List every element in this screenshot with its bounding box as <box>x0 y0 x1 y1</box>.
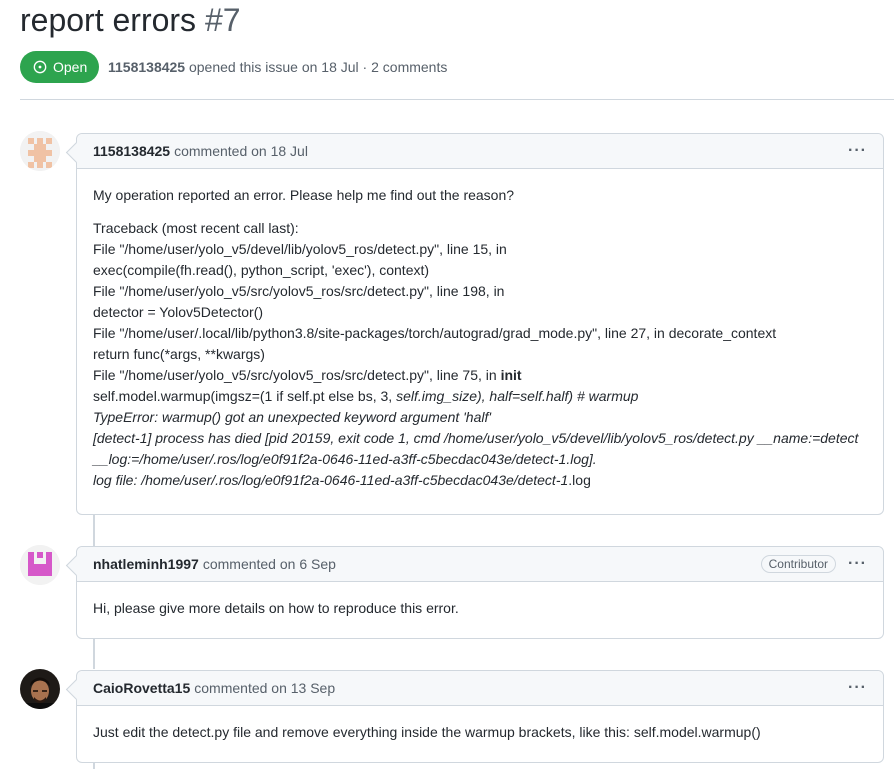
traceback-line: log file: /home/user/.ros/log/e0f91f2a-0… <box>93 470 867 491</box>
issue-title: report errors #7 <box>20 2 241 39</box>
avatar[interactable] <box>20 669 60 709</box>
comment-timestamp[interactable]: commented on 13 Sep <box>194 680 335 696</box>
traceback-line: self.model.warmup(imgsz=(1 if self.pt el… <box>93 386 867 407</box>
traceback-line: __log:=/home/user/.ros/log/e0f91f2a-0646… <box>93 451 597 467</box>
traceback-line: Traceback (most recent call last): <box>93 220 299 236</box>
comment-header: nhatleminh1997 commented on 6 Sep Contri… <box>77 547 883 582</box>
comment-card: 1158138425 commented on 18 Jul ··· My op… <box>76 133 884 515</box>
avatar[interactable] <box>20 545 60 585</box>
comment-timestamp[interactable]: commented on 18 Jul <box>174 143 308 159</box>
issue-meta: 1158138425 opened this issue on 18 Jul ·… <box>108 59 447 75</box>
comment-header: 1158138425 commented on 18 Jul ··· <box>77 134 883 169</box>
comment-card: nhatleminh1997 commented on 6 Sep Contri… <box>76 546 884 639</box>
comment-options-icon[interactable]: ··· <box>848 680 867 696</box>
comment-author[interactable]: CaioRovetta15 <box>93 680 190 696</box>
traceback-line: File "/home/user/yolo_v5/devel/lib/yolov… <box>93 241 507 257</box>
comment-author[interactable]: nhatleminh1997 <box>93 556 199 572</box>
traceback-line: File "/home/user/.local/lib/python3.8/si… <box>93 325 777 341</box>
comment-header: CaioRovetta15 commented on 13 Sep ··· <box>77 671 883 706</box>
comment-author[interactable]: 1158138425 <box>93 143 170 159</box>
comment-text: Hi, please give more details on how to r… <box>93 600 459 616</box>
issue-number: #7 <box>204 2 241 38</box>
traceback-line: File "/home/user/yolo_v5/src/yolov5_ros/… <box>93 365 867 386</box>
traceback-italic: log file: /home/user/.ros/log/e0f91f2a-0… <box>93 472 569 488</box>
issue-author-link[interactable]: 1158138425 <box>108 59 185 75</box>
timeline-connector <box>93 513 95 546</box>
timeline-connector <box>93 637 95 669</box>
user-photo-avatar <box>20 669 60 709</box>
comment-text: My operation reported an error. Please h… <box>93 187 515 203</box>
issue-opened-icon <box>33 60 47 74</box>
comment-body: Hi, please give more details on how to r… <box>77 582 883 635</box>
comment-body: My operation reported an error. Please h… <box>77 169 883 507</box>
traceback-text: self.model.warmup(imgsz=(1 if self.pt el… <box>93 388 397 404</box>
identicon-peach <box>20 131 60 171</box>
comment-options-icon[interactable]: ··· <box>848 143 867 159</box>
traceback-line: detector = Yolov5Detector() <box>93 304 264 320</box>
comment-card: CaioRovetta15 commented on 13 Sep ··· Ju… <box>76 670 884 763</box>
issue-title-text: report errors <box>20 2 197 38</box>
traceback-text: File "/home/user/yolo_v5/src/yolov5_ros/… <box>93 367 501 383</box>
comment-timestamp[interactable]: commented on 6 Sep <box>203 556 336 572</box>
issue-state-badge: Open <box>20 51 100 83</box>
traceback-line: File "/home/user/yolo_v5/src/yolov5_ros/… <box>93 283 505 299</box>
issue-meta-text: opened this issue on 18 Jul · 2 comments <box>188 59 448 75</box>
issue-state-label: Open <box>53 59 88 75</box>
traceback-italic: self.img_size), half=self.half) # warmup <box>396 388 639 404</box>
traceback-text: .log <box>568 472 591 488</box>
comment-text: Just edit the detect.py file and remove … <box>93 724 761 740</box>
traceback-line: return func(*args, **kwargs) <box>93 346 265 362</box>
comment-options-icon[interactable]: ··· <box>848 556 867 572</box>
traceback-line: TypeError: warmup() got an unexpected ke… <box>93 409 492 425</box>
contributor-badge: Contributor <box>760 555 837 573</box>
header-divider <box>20 99 894 100</box>
comment-body: Just edit the detect.py file and remove … <box>77 706 883 759</box>
identicon-pink <box>20 545 60 585</box>
avatar[interactable] <box>20 131 60 171</box>
traceback-line: [detect-1] process has died [pid 20159, … <box>93 430 859 446</box>
traceback-bold: init <box>500 367 522 383</box>
traceback-line: exec(compile(fh.read(), python_script, '… <box>93 262 430 278</box>
